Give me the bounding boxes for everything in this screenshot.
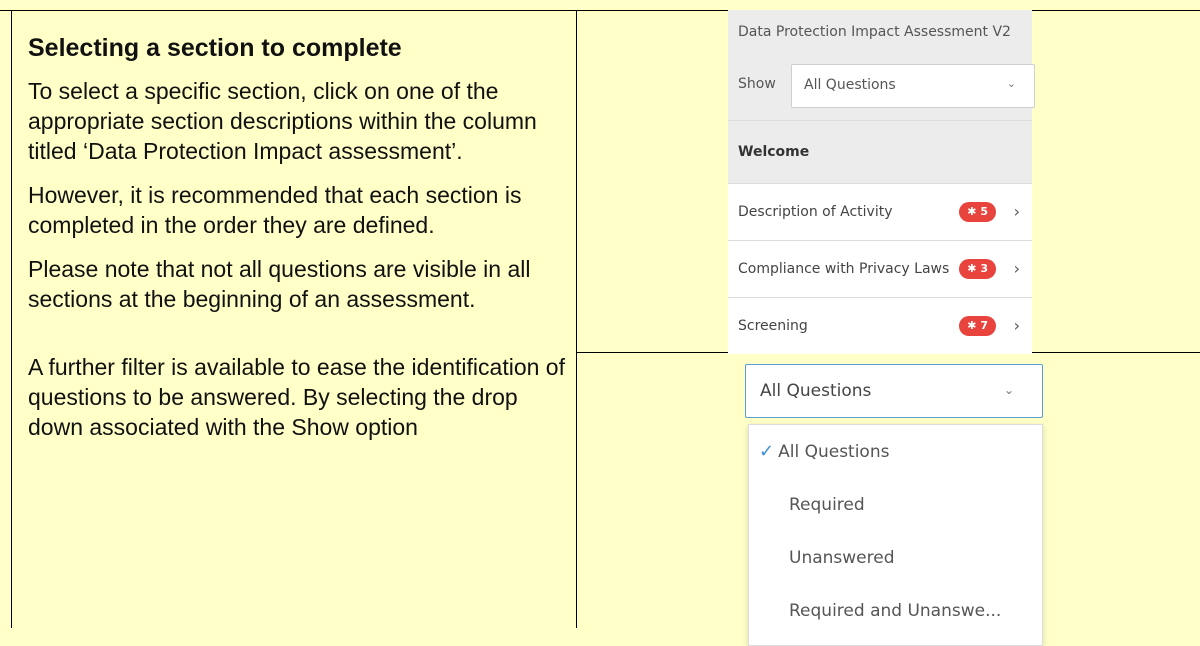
- left-border: [11, 10, 12, 628]
- section-label: Compliance with Privacy Laws: [738, 261, 950, 277]
- required-count-badge: ✱ 5: [959, 202, 996, 222]
- dropdown-option[interactable]: ✓ All Questions: [759, 441, 889, 462]
- instruction-paragraph: A further filter is available to ease th…: [28, 354, 565, 440]
- section-label: Description of Activity: [738, 204, 893, 220]
- assessment-panel: Data Protection Impact Assessment V2 Sho…: [728, 10, 1035, 354]
- show-select[interactable]: All Questions ⌄: [791, 64, 1035, 108]
- chevron-down-icon: ⌄: [1006, 77, 1016, 90]
- chevron-right-icon: ›: [1013, 202, 1020, 221]
- required-count-badge: ✱ 7: [959, 316, 996, 336]
- chevron-down-icon: ⌄: [1003, 383, 1014, 397]
- show-filter-row: Show All Questions ⌄: [728, 54, 1035, 120]
- instructions-column: Selecting a section to complete To selec…: [28, 10, 573, 456]
- section-heading: Selecting a section to complete: [28, 34, 402, 62]
- instruction-paragraph: However, it is recommended that each sec…: [28, 182, 522, 238]
- dropdown-option[interactable]: Required and Unanswe...: [789, 601, 1001, 621]
- dropdown-value: All Questions: [760, 381, 872, 401]
- instruction-paragraph: To select a specific section, click on o…: [28, 78, 537, 164]
- panel-title: Data Protection Impact Assessment V2: [728, 10, 1032, 54]
- show-dropdown[interactable]: All Questions ⌄: [745, 364, 1043, 418]
- instruction-paragraph: Please note that not all questions are v…: [28, 256, 531, 312]
- required-count-badge: ✱ 3: [959, 259, 996, 279]
- chevron-right-icon: ›: [1013, 259, 1020, 278]
- show-select-value: All Questions: [804, 77, 896, 93]
- sidebar-item-section[interactable]: Screening ✱ 7 ›: [728, 297, 1032, 354]
- sidebar-item-section[interactable]: Description of Activity ✱ 5 ›: [728, 183, 1032, 240]
- dropdown-option[interactable]: Unanswered: [789, 548, 895, 568]
- option-label: All Questions: [778, 442, 890, 462]
- sidebar-item-welcome[interactable]: Welcome: [728, 120, 1032, 183]
- column-divider: [576, 10, 577, 628]
- chevron-right-icon: ›: [1013, 316, 1020, 335]
- dropdown-menu: ✓ All Questions Required Unanswered Requi…: [748, 424, 1043, 646]
- checkmark-icon: ✓: [759, 441, 775, 462]
- show-label: Show: [738, 76, 776, 92]
- dropdown-option[interactable]: Required: [789, 495, 865, 515]
- sidebar-item-section[interactable]: Compliance with Privacy Laws ✱ 3 ›: [728, 240, 1032, 297]
- section-label: Screening: [738, 318, 808, 334]
